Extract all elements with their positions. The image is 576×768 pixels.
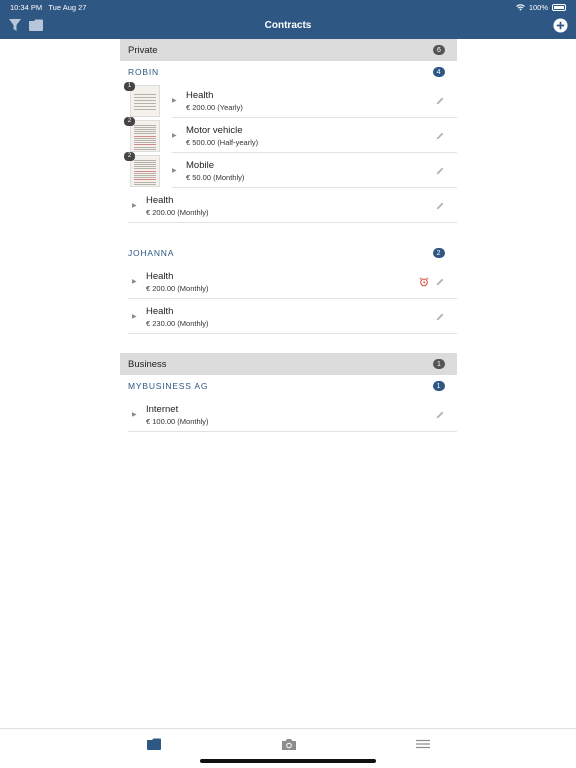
document-thumbnail[interactable]: 2 [124,116,160,152]
contract-row[interactable]: ▶ Health € 230.00 (Monthly) [120,299,457,334]
document-count-badge: 2 [124,151,135,161]
group-header[interactable]: MYBUSINESS AG 1 [120,375,457,397]
row-actions [435,166,457,176]
contract-row[interactable]: ▶ Internet € 100.00 (Monthly) [120,397,457,432]
folder-icon[interactable] [146,737,162,751]
document-count-badge: 1 [124,81,135,91]
row-actions [435,131,457,141]
contract-name: Internet [146,403,179,415]
contract-price: € 200.00 (Yearly) [186,102,243,112]
section-title: Private [128,44,158,56]
group-name: ROBIN [128,67,159,77]
wifi-icon [515,4,525,11]
row-actions [435,410,457,420]
contract-price: € 100.00 (Monthly) [146,416,209,426]
section-title: Business [128,358,167,370]
menu-icon[interactable] [415,737,431,751]
document-page [130,119,160,152]
row-actions [435,201,457,211]
pencil-icon[interactable] [435,96,445,106]
document-page [130,154,160,187]
chevron-right-icon[interactable]: ▶ [132,278,142,285]
chevron-right-icon[interactable]: ▶ [132,202,142,209]
status-right: 100% [515,3,566,12]
section-header[interactable]: Business 1 [120,353,457,375]
document-thumbnail[interactable]: 2 [124,151,160,187]
camera-icon[interactable] [281,737,297,751]
contract-price: € 200.00 (Monthly) [146,283,209,293]
document-count-badge: 2 [124,116,135,126]
row-actions [435,96,457,106]
contract-info: Internet € 100.00 (Monthly) [146,404,435,426]
contract-name: Mobile [186,159,214,171]
contract-name: Health [146,305,174,317]
contract-row[interactable]: 2 ▶ Motor vehicle € 500.00 (Half-yearly) [120,116,457,153]
group-header[interactable]: JOHANNA 2 [120,242,457,264]
contract-price: € 230.00 (Monthly) [146,318,209,328]
group-count-badge: 1 [433,381,445,391]
group-count-badge: 2 [433,248,445,258]
pencil-icon[interactable] [435,277,445,287]
group-count-badge: 4 [433,67,445,77]
contract-row[interactable]: 1 ▶ Health € 200.00 (Yearly) [120,81,457,118]
contract-info: Health € 200.00 (Yearly) [186,90,435,112]
pencil-icon[interactable] [435,201,445,211]
contract-info: Health € 230.00 (Monthly) [146,306,435,328]
contract-info: Health € 200.00 (Monthly) [146,195,435,217]
row-actions [419,276,457,287]
contract-info: Mobile € 50.00 (Monthly) [186,160,435,182]
contract-price: € 200.00 (Monthly) [146,207,209,217]
group-name: JOHANNA [128,248,175,258]
add-icon[interactable] [553,18,568,33]
group-header[interactable]: ROBIN 4 [120,61,457,83]
pencil-icon[interactable] [435,312,445,322]
chevron-right-icon[interactable]: ▶ [132,313,142,320]
contract-info: Motor vehicle € 500.00 (Half-yearly) [186,125,435,147]
contract-row[interactable]: ▶ Health € 200.00 (Monthly) [120,264,457,299]
nav-bar: Contracts [0,14,576,39]
contract-price: € 50.00 (Monthly) [186,172,245,182]
home-indicator [200,759,376,763]
section-count-badge: 6 [433,45,445,55]
pencil-icon[interactable] [435,166,445,176]
document-thumbnail[interactable]: 1 [124,81,160,117]
contract-name: Health [146,194,174,206]
row-divider [128,431,457,432]
pencil-icon[interactable] [435,410,445,420]
tab-bar [0,728,576,768]
section-header[interactable]: Private 6 [120,39,457,61]
row-actions [435,312,457,322]
row-divider [128,333,457,334]
chevron-right-icon[interactable]: ▶ [172,97,182,104]
chevron-right-icon[interactable]: ▶ [172,167,182,174]
contract-name: Health [186,89,214,101]
contract-info: Health € 200.00 (Monthly) [146,271,419,293]
alarm-clock-icon[interactable] [419,276,429,287]
contract-row[interactable]: ▶ Health € 200.00 (Monthly) [120,188,457,223]
contract-name: Motor vehicle [186,124,243,136]
contract-row[interactable]: 2 ▶ Mobile € 50.00 (Monthly) [120,151,457,188]
status-bar: 10:34 PM Tue Aug 27 100% [0,0,576,14]
row-divider [128,222,457,223]
page-title: Contracts [264,20,312,31]
contracts-list: Private 6 ROBIN 4 1 ▶ Health € 200.00 (Yearly) 2… [120,39,457,432]
battery-icon [552,4,566,11]
status-time: 10:34 PM Tue Aug 27 [10,3,87,12]
contract-name: Health [146,270,174,282]
document-page [130,84,160,117]
chevron-right-icon[interactable]: ▶ [132,411,142,418]
chevron-right-icon[interactable]: ▶ [172,132,182,139]
contract-price: € 500.00 (Half-yearly) [186,137,259,147]
pencil-icon[interactable] [435,131,445,141]
group-name: MYBUSINESS AG [128,381,209,391]
battery-percent: 100% [528,3,548,12]
section-count-badge: 1 [433,359,445,369]
